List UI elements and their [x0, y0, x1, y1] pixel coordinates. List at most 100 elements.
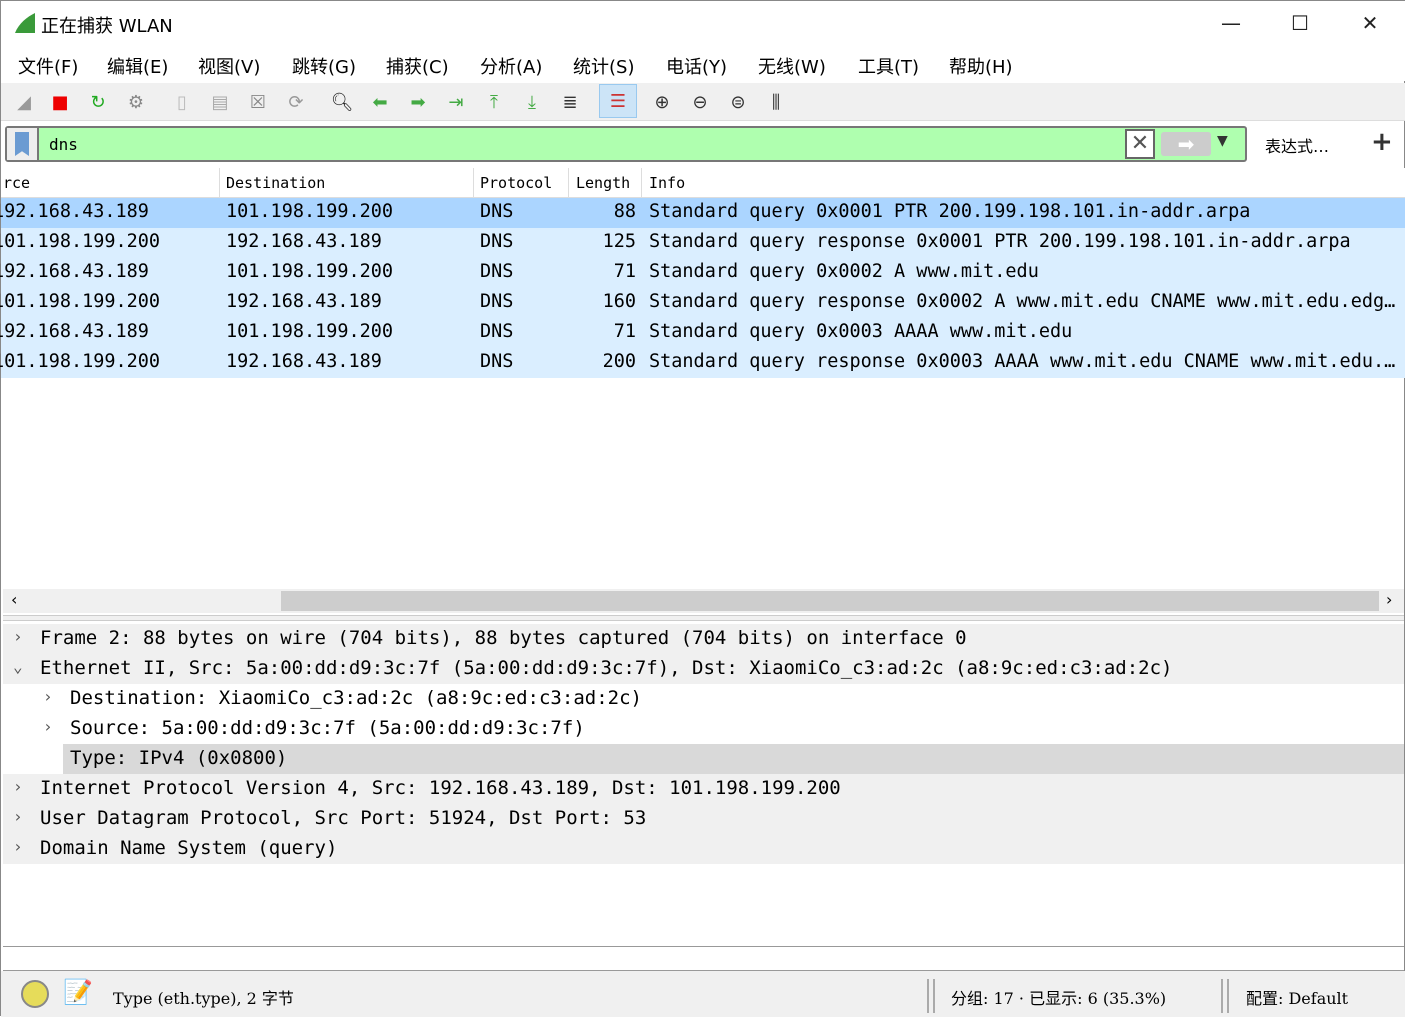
go-back-icon[interactable]: ⬅: [367, 89, 393, 115]
find-packet-icon[interactable]: 🔍︎: [329, 89, 355, 115]
clear-filter-icon[interactable]: ✕: [1125, 129, 1155, 159]
cell-dst: 101.198.199.200: [226, 201, 394, 222]
detail-text: Destination: XiaomiCo_c3:ad:2c (a8:9c:ed…: [70, 687, 642, 709]
packet-row[interactable]: 192.168.43.189 101.198.199.200 DNS 71 Standa…: [0, 318, 1405, 348]
cell-info: Standard query response 0x0001 PTR 200.1…: [649, 231, 1351, 252]
open-file-icon[interactable]: ▯: [169, 89, 195, 115]
cell-dst: 101.198.199.200: [226, 321, 394, 342]
packet-row[interactable]: 192.168.43.189 101.198.199.200 DNS 71 Standa…: [0, 258, 1405, 288]
resize-columns-icon[interactable]: ⫼: [763, 89, 789, 115]
packet-row[interactable]: 192.168.43.189 101.198.199.200 DNS 88 Standa…: [0, 198, 1405, 228]
cell-info: Standard query 0x0001 PTR 200.199.198.10…: [649, 201, 1251, 222]
start-capture-icon[interactable]: ◢: [11, 89, 37, 115]
zoom-in-icon[interactable]: ⊕: [649, 89, 675, 115]
go-last-icon[interactable]: ⤓: [519, 89, 545, 115]
restart-capture-icon[interactable]: ↻: [85, 89, 111, 115]
chevron-right-icon[interactable]: ›: [13, 807, 23, 826]
cell-proto: DNS: [480, 321, 514, 342]
chevron-right-icon[interactable]: ›: [13, 627, 23, 646]
cell-src: 192.168.43.189: [0, 321, 149, 342]
menu-item-10[interactable]: 帮助(H): [949, 53, 1013, 79]
cell-proto: DNS: [480, 351, 514, 372]
detail-row[interactable]: ⌄ Ethernet II, Src: 5a:00:dd:d9:3c:7f (5a…: [3, 654, 1404, 684]
menu-item-7[interactable]: 电话(Y): [666, 53, 727, 79]
column-source[interactable]: rce: [3, 174, 30, 192]
bookmark-icon[interactable]: [7, 128, 39, 160]
menu-item-5[interactable]: 分析(A): [480, 53, 542, 79]
cell-proto: DNS: [480, 261, 514, 282]
maximize-button[interactable]: ☐: [1277, 7, 1323, 39]
detail-text: Frame 2: 88 bytes on wire (704 bits), 88…: [40, 627, 967, 649]
bytes-pane[interactable]: [3, 946, 1404, 971]
menu-item-9[interactable]: 工具(T): [858, 53, 919, 79]
go-first-icon[interactable]: ⤒: [481, 89, 507, 115]
chevron-down-icon[interactable]: ⌄: [13, 657, 23, 676]
menu-item-0[interactable]: 文件(F): [18, 53, 78, 79]
column-length[interactable]: Length: [576, 174, 630, 192]
detail-row[interactable]: › Source: 5a:00:dd:d9:3c:7f (5a:00:dd:d9:…: [3, 714, 1404, 744]
detail-row[interactable]: › Internet Protocol Version 4, Src: 192.1…: [3, 774, 1404, 804]
zoom-out-icon[interactable]: ⊖: [687, 89, 713, 115]
cell-len: 160: [602, 291, 636, 312]
filter-history-dropdown-icon[interactable]: ▼: [1217, 133, 1228, 149]
detail-row[interactable]: › Destination: XiaomiCo_c3:ad:2c (a8:9c:e…: [3, 684, 1404, 714]
detail-row[interactable]: Type: IPv4 (0x0800): [3, 744, 1404, 774]
expert-info-icon[interactable]: [21, 980, 49, 1008]
save-file-icon[interactable]: ▤: [207, 89, 233, 115]
detail-row[interactable]: › User Datagram Protocol, Src Port: 51924…: [3, 804, 1404, 834]
menu-item-6[interactable]: 统计(S): [573, 53, 634, 79]
cell-dst: 101.198.199.200: [226, 261, 394, 282]
status-profile[interactable]: 配置: Default: [1246, 985, 1348, 1009]
status-bar: 📝 Type (eth.type), 2 字节 分组: 17 · 已显示: 6 …: [1, 971, 1405, 1017]
packet-row[interactable]: 101.198.199.200 192.168.43.189 DNS 200 Stand…: [0, 348, 1405, 378]
go-to-packet-icon[interactable]: ⇥: [443, 89, 469, 115]
detail-row[interactable]: › Frame 2: 88 bytes on wire (704 bits), 8…: [3, 624, 1404, 654]
pane-splitter[interactable]: [3, 615, 1404, 621]
column-info[interactable]: Info: [649, 174, 685, 192]
chevron-right-icon[interactable]: ›: [13, 837, 23, 856]
menu-item-3[interactable]: 跳转(G): [292, 53, 356, 79]
menu-item-8[interactable]: 无线(W): [758, 53, 826, 79]
title-bar: 正在捕获 WLAN — ☐ ✕: [1, 1, 1405, 45]
menu-item-1[interactable]: 编辑(E): [107, 53, 168, 79]
cell-src: 192.168.43.189: [0, 261, 149, 282]
colorize-icon[interactable]: ☰: [599, 84, 637, 118]
column-protocol[interactable]: Protocol: [480, 174, 552, 192]
packet-row[interactable]: 101.198.199.200 192.168.43.189 DNS 125 Stand…: [0, 228, 1405, 258]
expression-button[interactable]: 表达式…: [1265, 133, 1329, 157]
stop-capture-icon[interactable]: ■: [47, 89, 73, 115]
packet-list-header: rce Destination Protocol Length Info: [1, 168, 1405, 198]
capture-comment-icon[interactable]: 📝: [63, 978, 93, 1006]
menu-item-4[interactable]: 捕获(C): [386, 53, 449, 79]
cell-len: 71: [613, 321, 636, 342]
detail-text: User Datagram Protocol, Src Port: 51924,…: [40, 807, 647, 829]
packet-list-hscrollbar[interactable]: ‹ ›: [3, 589, 1404, 613]
scrollbar-thumb[interactable]: [281, 591, 1379, 611]
chevron-right-icon[interactable]: ›: [43, 717, 53, 736]
chevron-right-icon[interactable]: ›: [43, 687, 53, 706]
menu-item-2[interactable]: 视图(V): [198, 53, 260, 79]
filter-input[interactable]: dns: [49, 135, 78, 154]
close-file-icon[interactable]: ☒: [245, 89, 271, 115]
packet-row[interactable]: 101.198.199.200 192.168.43.189 DNS 160 Stand…: [0, 288, 1405, 318]
add-filter-button[interactable]: +: [1371, 127, 1393, 157]
chevron-right-icon[interactable]: ›: [13, 777, 23, 796]
column-destination[interactable]: Destination: [226, 174, 325, 192]
reload-file-icon[interactable]: ⟳: [283, 89, 309, 115]
auto-scroll-icon[interactable]: ≣: [557, 89, 583, 115]
scroll-right-icon[interactable]: ›: [1386, 590, 1392, 609]
cell-len: 125: [602, 231, 636, 252]
scroll-left-icon[interactable]: ‹: [11, 590, 17, 609]
cell-proto: DNS: [480, 231, 514, 252]
main-toolbar: ◢ ■ ↻ ⚙ ▯ ▤ ☒ ⟳ 🔍︎ ⬅ ➡ ⇥ ⤒ ⤓ ≣ ☰ ⊕ ⊖ ⊜ ⫼: [1, 83, 1405, 121]
apply-filter-icon[interactable]: ➡: [1161, 132, 1211, 156]
close-button[interactable]: ✕: [1347, 7, 1393, 39]
go-forward-icon[interactable]: ➡: [405, 89, 431, 115]
capture-options-icon[interactable]: ⚙: [123, 89, 149, 115]
detail-text: Type: IPv4 (0x0800): [70, 747, 288, 769]
detail-row[interactable]: › Domain Name System (query): [3, 834, 1404, 864]
cell-info: Standard query 0x0003 AAAA www.mit.edu: [649, 321, 1073, 342]
zoom-normal-icon[interactable]: ⊜: [725, 89, 751, 115]
minimize-button[interactable]: —: [1208, 7, 1254, 39]
status-packet-count: 分组: 17 · 已显示: 6 (35.3%): [951, 989, 1167, 1008]
